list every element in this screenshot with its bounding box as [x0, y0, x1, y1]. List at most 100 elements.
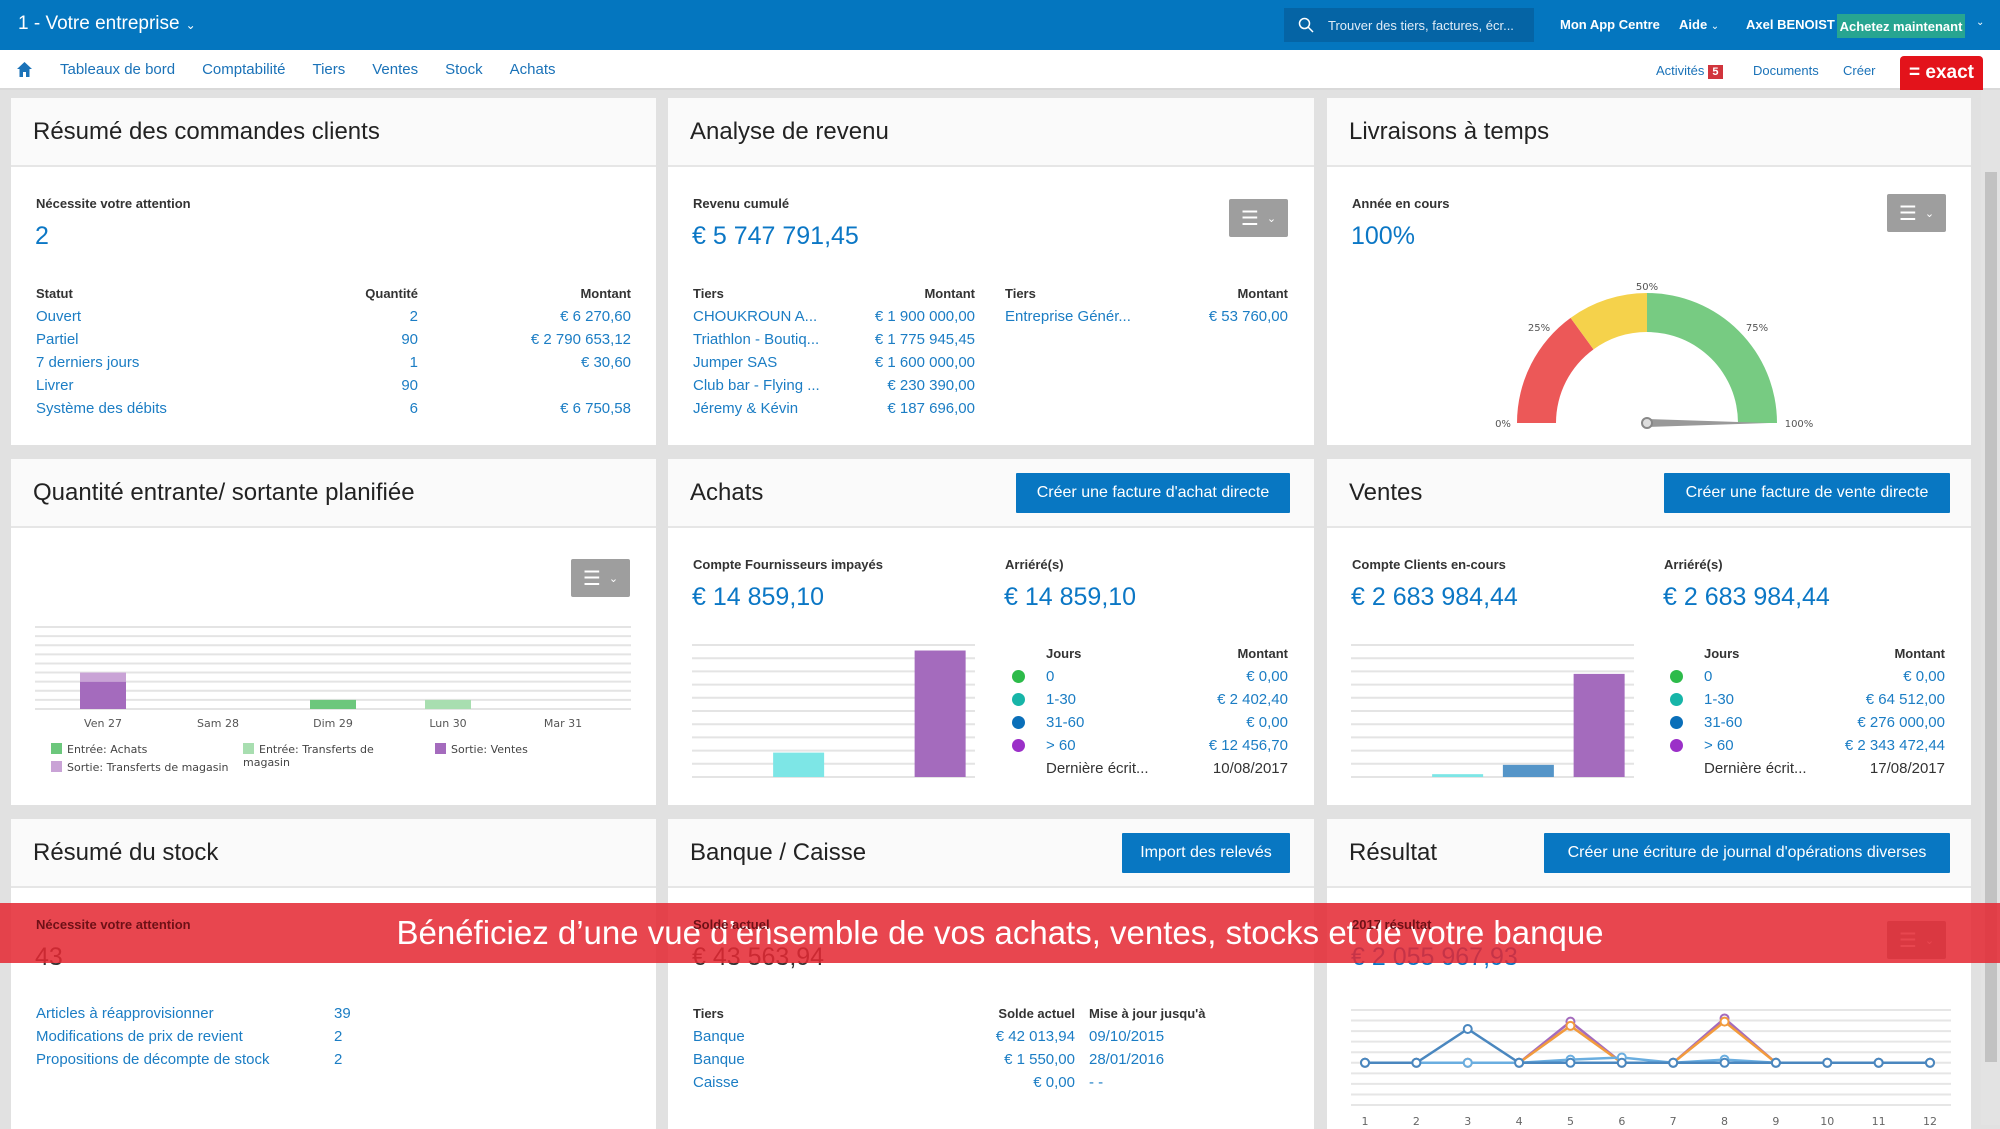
days-link[interactable]: 31-60 — [1046, 711, 1084, 734]
panel-title: Résumé du stock — [33, 839, 219, 866]
nav-stock[interactable]: Stock — [445, 61, 483, 78]
x-tick-label: 12 — [1923, 1115, 1937, 1128]
payables-value[interactable]: € 14 859,10 — [692, 583, 824, 612]
create-purchase-invoice-button[interactable]: Créer une facture d'achat directe — [1016, 473, 1290, 513]
stock-count[interactable]: 39 — [334, 1002, 351, 1025]
overdue-value[interactable]: € 14 859,10 — [1004, 583, 1136, 612]
activities-link[interactable]: Activités 5 — [1656, 63, 1723, 79]
legend-item[interactable]: Sortie: Ventes — [435, 743, 528, 756]
amount-cell[interactable]: € 12 456,70 — [1209, 734, 1288, 757]
bank-link[interactable]: Banque — [693, 1025, 745, 1048]
attention-count[interactable]: 2 — [35, 222, 49, 251]
help-menu[interactable]: Aide ⌄ — [1679, 17, 1719, 32]
bar — [1573, 673, 1625, 777]
amount-cell[interactable]: € 0,00 — [1246, 665, 1288, 688]
days-link[interactable]: 0 — [1046, 665, 1054, 688]
overdue-value[interactable]: € 2 683 984,44 — [1663, 583, 1830, 612]
legend-item[interactable]: Entrée: Transferts de magasin — [243, 743, 393, 769]
bank-link[interactable]: Banque — [693, 1048, 745, 1071]
days-link[interactable]: > 60 — [1704, 734, 1734, 757]
buy-now-button[interactable]: Achetez maintenant — [1837, 14, 1965, 38]
chevron-down-icon[interactable]: ⌄ — [1976, 17, 1984, 28]
col-relation: Tiers — [693, 286, 724, 301]
status-cell[interactable]: Livrer — [36, 374, 74, 397]
days-link[interactable]: 31-60 — [1704, 711, 1742, 734]
receivables-value[interactable]: € 2 683 984,44 — [1351, 583, 1518, 612]
relation-link[interactable]: Jumper SAS — [693, 351, 777, 374]
stock-count[interactable]: 2 — [334, 1048, 342, 1071]
nav-relations[interactable]: Tiers — [312, 61, 345, 78]
days-link[interactable]: > 60 — [1046, 734, 1076, 757]
col-updated-until: Mise à jour jusqu'à — [1089, 1006, 1206, 1021]
qty-cell: 2 — [409, 308, 418, 325]
balance-label: Solde actuel — [693, 917, 770, 932]
x-tick-label: 5 — [1567, 1115, 1574, 1128]
date-cell: - - — [1089, 1074, 1104, 1091]
stock-link[interactable]: Modifications de prix de revient — [36, 1025, 243, 1048]
stock-link[interactable]: Articles à réapprovisionner — [36, 1002, 214, 1025]
relation-link[interactable]: Club bar - Flying ... — [693, 374, 820, 397]
status-cell[interactable]: 7 derniers jours — [36, 351, 139, 374]
amount-cell[interactable]: € 0,00 — [1903, 665, 1945, 688]
relation-link[interactable]: Triathlon - Boutiq... — [693, 328, 819, 351]
days-link[interactable]: 0 — [1704, 665, 1712, 688]
bank-link[interactable]: Caisse — [693, 1071, 739, 1094]
promo-banner: Bénéficiez d’une vue d’ensemble de vos a… — [0, 903, 2000, 963]
aging-dot-1-30 — [1670, 693, 1683, 706]
amount-cell[interactable]: € 276 000,00 — [1857, 711, 1945, 734]
cumulative-revenue-value: € 5 747 791,45 — [692, 222, 859, 250]
status-cell[interactable]: Ouvert — [36, 305, 81, 328]
create-sales-invoice-button[interactable]: Créer une facture de vente directe — [1664, 473, 1950, 513]
company-selector[interactable]: 1 - Votre entreprise ⌄ — [18, 13, 196, 35]
legend-swatch — [51, 761, 62, 772]
gauge-tick-label: 50% — [1636, 282, 1658, 293]
last-entry-label: Dernière écrit... — [1046, 760, 1149, 777]
days-link[interactable]: 1-30 — [1046, 688, 1076, 711]
stock-count[interactable]: 2 — [334, 1025, 342, 1048]
create-link[interactable]: Créer — [1843, 63, 1876, 78]
amount-cell[interactable]: € 0,00 — [1246, 711, 1288, 734]
documents-link[interactable]: Documents — [1753, 63, 1819, 78]
app-centre-link[interactable]: Mon App Centre — [1560, 17, 1660, 32]
panel-header: Résumé des commandes clients — [11, 98, 656, 167]
chart-menu-button[interactable]: ☰⌄ — [1229, 199, 1288, 237]
create-journal-entry-button[interactable]: Créer une écriture de journal d'opératio… — [1544, 833, 1950, 873]
chevron-down-icon: ⌄ — [185, 18, 196, 32]
import-statements-button[interactable]: Import des relevés — [1122, 833, 1290, 873]
col-days: Jours — [1704, 646, 1740, 661]
nav-dashboards[interactable]: Tableaux de bord — [60, 61, 175, 78]
days-link[interactable]: 1-30 — [1704, 688, 1734, 711]
scrollbar[interactable] — [1981, 90, 2000, 1125]
legend-item[interactable]: Entrée: Achats — [51, 743, 147, 756]
amount-cell[interactable]: € 2 343 472,44 — [1845, 734, 1945, 757]
bar — [1502, 764, 1554, 777]
balance-cell: € 0,00 — [1033, 1074, 1075, 1091]
exact-logo[interactable]: = exact — [1900, 56, 1983, 90]
search-input[interactable]: Trouver des tiers, factures, écr... — [1284, 8, 1534, 42]
amount-cell[interactable]: € 2 402,40 — [1217, 688, 1288, 711]
series-line — [1365, 1027, 1930, 1065]
chart-menu-button[interactable]: ☰⌄ — [571, 559, 630, 597]
x-tick-label: 1 — [1362, 1115, 1369, 1128]
home-icon[interactable] — [16, 61, 33, 78]
legend-item[interactable]: Sortie: Transferts de magasin — [51, 761, 229, 774]
nav-sales[interactable]: Ventes — [372, 61, 418, 78]
qty-cell: 90 — [401, 331, 418, 348]
status-cell[interactable]: Partiel — [36, 328, 79, 351]
x-tick-label: 6 — [1618, 1115, 1625, 1128]
stock-link[interactable]: Propositions de décompte de stock — [36, 1048, 269, 1071]
amount-cell[interactable]: € 64 512,00 — [1866, 688, 1945, 711]
user-menu[interactable]: Axel BENOIST — [1746, 17, 1835, 32]
nav-accounting[interactable]: Comptabilité — [202, 61, 285, 78]
nav-purchases[interactable]: Achats — [510, 61, 556, 78]
status-cell[interactable]: Système des débits — [36, 397, 167, 420]
legend-label: Sortie: Ventes — [451, 743, 528, 756]
date-cell: 09/10/2015 — [1089, 1028, 1165, 1045]
purchases-panel: Achats Créer une facture d'achat directe… — [668, 459, 1314, 805]
relation-link[interactable]: CHOUKROUN A... — [693, 305, 817, 328]
relation-link[interactable]: Jéremy & Kévin — [693, 397, 798, 420]
menu-icon: ☰ — [582, 567, 601, 590]
col-amount: Montant — [1237, 646, 1288, 661]
relation-link[interactable]: Entreprise Génér... — [1005, 305, 1131, 328]
x-tick-label: Sam 28 — [197, 717, 239, 730]
